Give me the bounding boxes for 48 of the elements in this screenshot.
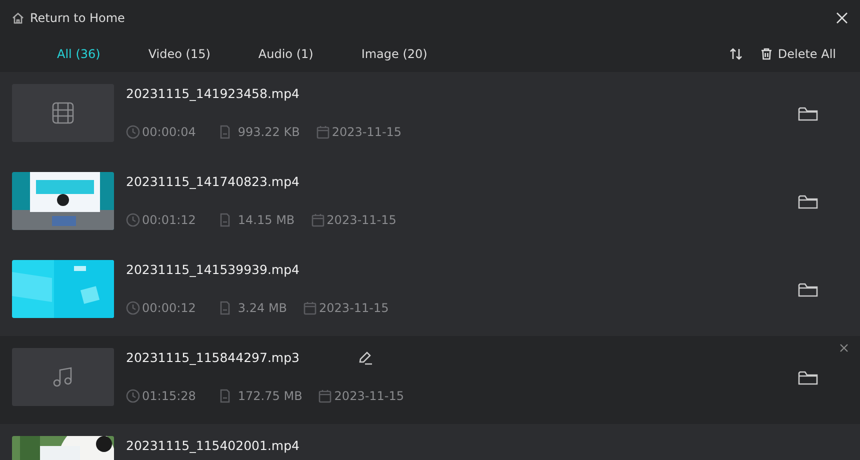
file-name: 20231115_141539939.mp4 [126,261,300,279]
file-row[interactable]: 20231115_141740823.mp4 00:01:12 14.15 MB 2023-11-15 [0,160,860,248]
file-size: 3.24 MB [238,300,288,317]
return-home-link[interactable]: Return to Home [12,9,125,27]
duration: 00:01:12 [142,212,196,229]
clock-icon [126,300,140,315]
clock-icon [126,388,140,403]
file-name: 20231115_141740823.mp4 [126,173,300,191]
date: 2023-11-15 [334,388,404,405]
calendar-icon [316,124,330,139]
filter-tab[interactable]: All (36) [57,45,100,63]
film-icon [52,102,74,124]
close-button[interactable] [836,12,848,24]
open-folder-button[interactable] [798,106,818,122]
clock-icon [126,212,140,227]
open-folder-button[interactable] [798,370,818,386]
calendar-icon [303,300,318,315]
clock-icon [126,124,140,139]
file-name: 20231115_115402001.mp4 [126,437,300,455]
filter-tab[interactable]: Video (15) [148,45,210,63]
remove-button[interactable] [840,344,848,352]
trash-icon [760,48,772,60]
open-folder-button[interactable] [798,282,818,298]
date: 2023-11-15 [332,124,402,141]
file-size: 993.22 KB [238,124,300,141]
file-row[interactable]: 20231115_115844297.mp3 01:15:28 172.75 MB 2023-11-15 [0,336,860,424]
duration: 00:00:04 [142,124,196,141]
file-size: 172.75 MB [238,388,302,405]
calendar-icon [318,388,332,403]
calendar-icon [310,212,325,227]
file-row[interactable]: 20231115_141539939.mp4 00:00:12 3.24 MB 2023-11-15 [0,248,860,336]
filter-tab[interactable]: Audio (1) [258,45,314,63]
home-icon [12,12,24,24]
duration: 01:15:28 [142,388,196,405]
filter-tab[interactable]: Image (20) [361,45,428,63]
music-note-icon [52,366,74,388]
file-name: 20231115_141923458.mp4 [126,85,300,103]
file-name: 20231115_115844297.mp3 [126,349,300,367]
open-folder-button[interactable] [798,194,818,210]
date: 2023-11-15 [326,212,396,229]
rename-button[interactable] [358,350,372,366]
delete-all-button[interactable]: Delete All [760,45,836,63]
sort-button[interactable] [728,47,743,61]
file-row[interactable]: 20231115_141923458.mp4 00:00:04 993.22 KB 2023-11-15 [0,72,860,160]
file-row[interactable]: 20231115_115402001.mp4 [0,424,860,460]
duration: 00:00:12 [142,300,196,317]
file-size: 14.15 MB [238,212,295,229]
date: 2023-11-15 [319,300,389,317]
